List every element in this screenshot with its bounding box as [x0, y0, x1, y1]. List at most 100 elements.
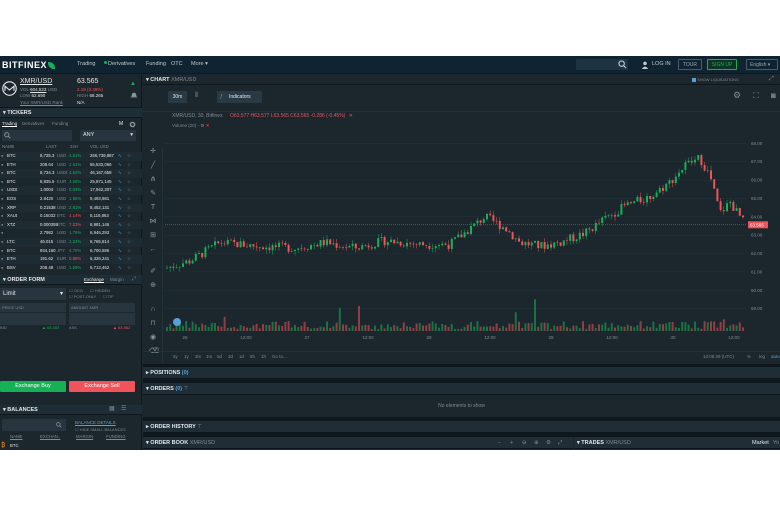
interval-select[interactable]: 30m: [168, 91, 187, 103]
price-input[interactable]: PRICE USD: [0, 303, 66, 312]
bid-value[interactable]: ▲ 63.453: [42, 325, 59, 330]
pattern-icon[interactable]: ⋈: [149, 218, 157, 226]
opt-post-only[interactable]: ☐ POST-ONLY: [69, 294, 96, 299]
magnet-icon[interactable]: ∩: [149, 306, 157, 314]
lock-icon[interactable]: ⊓: [149, 320, 157, 328]
range-button[interactable]: 1d: [239, 354, 244, 359]
thumbs-up-icon[interactable]: ▲: [130, 81, 136, 87]
ticker-row[interactable]: ● XTZ 0.000359 BTC 7.23% 6,981,146 ∿ ☆: [0, 220, 142, 230]
star-icon[interactable]: ☆: [127, 247, 131, 256]
nav-more[interactable]: More ▾: [191, 61, 208, 67]
range-button[interactable]: 1h: [261, 354, 266, 359]
settings-icon[interactable]: ⚙: [546, 437, 551, 449]
star-icon[interactable]: ☆: [127, 255, 131, 264]
ruler-icon[interactable]: ⊞: [149, 232, 157, 240]
star-icon[interactable]: ☆: [127, 152, 131, 161]
order-book-header[interactable]: ▾ ORDER BOOK XMR/USD − + ⊖ ⊕ ⚙ ⤢: [143, 437, 573, 449]
nav-trading[interactable]: Trading: [77, 61, 95, 67]
star-icon[interactable]: ☆: [127, 264, 131, 273]
trendline-icon[interactable]: ╱: [149, 162, 157, 170]
tickers-header[interactable]: ▾ TICKERS: [0, 108, 142, 118]
nav-derivatives[interactable]: Derivatives: [104, 61, 135, 67]
tab-market[interactable]: Market: [752, 437, 769, 449]
ticker-row[interactable]: ● BTC 934,160 JPY 4.70% 6,700,586 ∿ ☆: [0, 247, 142, 256]
nav-otc[interactable]: OTC: [171, 61, 183, 67]
balance-details-link[interactable]: BALANCE DETAILS: [75, 420, 116, 425]
ticker-row[interactable]: ● BSV 208.48 USD 1.59% 5,713,462 ∿ ☆: [0, 264, 142, 273]
ticker-row[interactable]: ● ETH 191.62 EUR 0.89% 6,326,241 ∿ ☆: [0, 255, 142, 264]
filter-icon[interactable]: ⊤: [197, 424, 202, 430]
zoom-out-icon[interactable]: ⊖: [522, 437, 527, 449]
tab-margin[interactable]: Margin: [110, 277, 124, 282]
exchange-sell-button[interactable]: Exchange Sell: [69, 381, 135, 392]
settings-icon[interactable]: ⚙: [200, 123, 204, 128]
col-bal-exchange[interactable]: EXCHAN..: [40, 433, 60, 442]
range-button[interactable]: 3m: [195, 354, 201, 359]
zoom-in-icon[interactable]: ⊕: [534, 437, 539, 449]
expand-icon[interactable]: ⤢: [769, 76, 774, 83]
hide-small-checkbox[interactable]: ☐ HIDE SMALL BALANCES: [75, 427, 126, 432]
show-liquidations-toggle[interactable]: SHOW LIQUIDATIONS: [692, 77, 739, 82]
ticker-row[interactable]: ● 2.7982 USD 1.76% 6,946,293 ∿ ☆: [0, 229, 142, 238]
rank-label[interactable]: Your XMR/USD Rank: [20, 100, 63, 105]
grid-icon[interactable]: ▦: [109, 405, 115, 412]
camera-icon[interactable]: ◙: [771, 91, 776, 100]
star-icon[interactable]: ☆: [127, 195, 131, 204]
star-icon[interactable]: ☆: [127, 238, 131, 247]
col-last[interactable]: LAST: [46, 143, 57, 152]
star-icon[interactable]: ☆: [127, 178, 131, 187]
text-icon[interactable]: T: [149, 204, 157, 212]
col-bal-funding[interactable]: FUNDING: [106, 433, 126, 442]
ask-value[interactable]: ▲ 63.562: [113, 325, 130, 330]
arrow-left-icon[interactable]: ←: [149, 246, 157, 254]
price-field[interactable]: [0, 313, 66, 325]
nav-funding[interactable]: Funding: [146, 61, 166, 67]
star-icon[interactable]: ☆: [127, 212, 131, 221]
zoom-icon[interactable]: ⊕: [149, 282, 157, 290]
order-type-select[interactable]: Limit ▾: [0, 288, 66, 300]
fork-icon[interactable]: ⋔: [149, 176, 157, 184]
pencil-icon[interactable]: ✐: [149, 268, 157, 276]
tab-exchange[interactable]: Exchange: [84, 277, 105, 283]
close-icon[interactable]: ✕: [206, 123, 210, 128]
tour-button[interactable]: TOUR: [678, 59, 702, 70]
cloud-icon[interactable]: [173, 318, 181, 326]
eye-icon[interactable]: ◦: [198, 123, 200, 128]
settings-icon[interactable]: ⚙: [733, 90, 741, 101]
ticker-row[interactable]: ● XAUt 0.15032 BTC 4.14% 8,119,863 ∿ ☆: [0, 212, 142, 221]
language-select[interactable]: English ▾: [746, 59, 778, 70]
ticker-row[interactable]: ● EOS 2.8420 USD 1.96% 9,493,981 ∿ ☆: [0, 195, 142, 204]
range-button[interactable]: 1y: [184, 354, 189, 359]
tab-trading[interactable]: Trading: [2, 121, 18, 127]
logo[interactable]: BITFINEX: [2, 60, 56, 70]
gear-icon[interactable]: [129, 121, 136, 128]
range-button[interactable]: 1m: [206, 354, 212, 359]
ticker-row[interactable]: ● LTC 46.015 USD 2.24% 6,765,614 ∿ ☆: [0, 237, 142, 247]
star-icon[interactable]: ☆: [127, 221, 131, 230]
tab-derivatives[interactable]: Derivatives: [22, 121, 44, 126]
book-precision-plus[interactable]: +: [510, 437, 513, 449]
orders-header[interactable]: ▾ ORDERS (0) ⊤: [143, 383, 780, 395]
book-precision-minus[interactable]: −: [498, 437, 501, 449]
col-bal-name[interactable]: NAME: [10, 433, 22, 442]
fullscreen-icon[interactable]: ⛶: [753, 91, 759, 101]
close-icon[interactable]: ✕: [349, 113, 353, 119]
opt-oco[interactable]: ☐ OCO: [69, 288, 83, 293]
indicators-button[interactable]: ƒ Indicators: [217, 91, 262, 103]
eye-icon[interactable]: ◉: [149, 334, 157, 342]
range-button[interactable]: 5d: [217, 354, 222, 359]
crosshair-icon[interactable]: ✛: [149, 148, 157, 156]
login-link[interactable]: LOG IN: [652, 61, 671, 67]
range-button[interactable]: 5y: [173, 354, 178, 359]
range-button[interactable]: 5h: [250, 354, 255, 359]
range-button[interactable]: 3d: [228, 354, 233, 359]
positions-header[interactable]: ▸ POSITIONS (0): [143, 367, 780, 379]
col-name[interactable]: NAME: [2, 143, 14, 152]
star-icon[interactable]: ☆: [127, 186, 131, 195]
ticker-row[interactable]: ● BTC 8,835.5 EUR 4.56% 25,871,145 ∿ ☆: [0, 178, 142, 187]
log-toggle[interactable]: log: [759, 354, 765, 359]
balances-search-input[interactable]: [2, 419, 66, 431]
bell-icon[interactable]: [130, 91, 138, 99]
expand-icon[interactable]: ⤢: [558, 437, 562, 449]
range-button[interactable]: Go to...: [272, 354, 287, 359]
